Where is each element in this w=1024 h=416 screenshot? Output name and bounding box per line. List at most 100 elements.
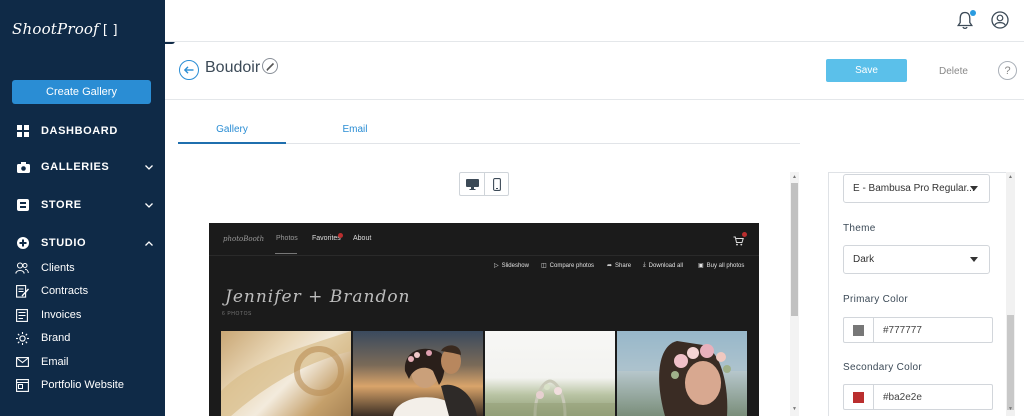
sidebar-item-contracts[interactable]: Contracts [0, 281, 165, 301]
primary-color-field[interactable]: #777777 [843, 317, 993, 343]
sidebar-item-label: Invoices [41, 309, 82, 321]
sidebar-item-clients[interactable]: Clients [0, 258, 165, 278]
font-select[interactable]: E - Bambusa Pro Regular... [843, 174, 990, 203]
nav-galleries-label: GALLERIES [41, 161, 110, 173]
primary-color-swatch-button[interactable] [844, 318, 874, 342]
device-toggle [459, 172, 509, 196]
gallery-title: Jennifer + Brandon [225, 287, 411, 307]
favorites-badge [338, 233, 343, 238]
gallery-photo[interactable] [221, 331, 351, 416]
action-label: Buy all photos [706, 262, 745, 269]
font-select-value: E - Bambusa Pro Regular... [853, 183, 975, 194]
preview-action-compare[interactable]: ◫ Compare photos [541, 262, 595, 270]
chevron-down-icon [145, 200, 153, 210]
secondary-color-field[interactable]: #ba2e2e [843, 384, 993, 410]
preview-action-slideshow[interactable]: ▷ Slideshow [494, 262, 529, 270]
sidebar-item-invoices[interactable]: Invoices [0, 305, 165, 325]
nav-studio-label: STUDIO [41, 237, 87, 249]
theme-select[interactable]: Dark [843, 245, 990, 274]
preview-action-buy[interactable]: ▣ Buy all photos [698, 262, 745, 270]
website-icon [15, 378, 29, 392]
settings-panel: E - Bambusa Pro Regular... Theme Dark Pr… [828, 172, 1014, 416]
photo-count: 6 PHOTOS [222, 311, 252, 317]
sidebar-item-label: Clients [41, 262, 75, 274]
preview-action-share[interactable]: ➦ Share [607, 262, 631, 270]
envelope-icon [15, 355, 29, 369]
nav-store-label: STORE [41, 199, 82, 211]
preview-scrollbar-thumb[interactable] [791, 183, 798, 316]
preview-nav-underline [275, 253, 297, 254]
sidebar-item-label: Brand [41, 332, 71, 344]
sun-icon [15, 331, 29, 345]
sidebar-item-email[interactable]: Email [0, 352, 165, 372]
tab-gallery[interactable]: Gallery [178, 124, 286, 144]
gallery-photo[interactable] [617, 331, 747, 416]
gallery-photo[interactable] [485, 331, 615, 416]
app-logo[interactable]: ShootProof[ ] [12, 20, 118, 38]
delete-button[interactable]: Delete [939, 66, 968, 77]
preview-nav-photos[interactable]: Photos [276, 235, 298, 242]
nav-dashboard-label: DASHBOARD [41, 125, 118, 137]
back-button[interactable] [179, 60, 199, 80]
create-gallery-button[interactable]: Create Gallery [12, 80, 151, 104]
page-header: Boudoir Save Delete ? [165, 42, 1024, 100]
scroll-up-icon[interactable]: ▲ [1006, 174, 1015, 180]
scroll-up-icon[interactable]: ▲ [790, 174, 799, 180]
clients-icon [15, 261, 29, 275]
primary-color-swatch [853, 324, 864, 336]
scroll-down-icon[interactable]: ▼ [790, 406, 799, 412]
sidebar-item-brand[interactable]: Brand [0, 328, 165, 348]
cart-badge [742, 232, 747, 237]
action-label: Compare photos [549, 262, 595, 269]
theme-select-value: Dark [853, 254, 875, 265]
logo-mark: [ ] [102, 23, 118, 38]
preview-brand: photoBooth [223, 235, 265, 243]
invoice-icon [15, 308, 29, 322]
chevron-down-icon [145, 162, 153, 172]
logo-text: ShootProof [12, 20, 99, 38]
caret-down-icon [970, 257, 978, 262]
caret-down-icon [970, 186, 978, 191]
studio-icon [16, 236, 30, 250]
mobile-view-button[interactable] [484, 173, 508, 195]
action-label: Slideshow [501, 262, 529, 269]
nav-studio[interactable]: STUDIO [0, 231, 165, 255]
nav-dashboard[interactable]: DASHBOARD [0, 119, 165, 143]
nav-store[interactable]: STORE [0, 193, 165, 217]
compare-icon: ◫ [541, 263, 547, 269]
dashboard-icon [16, 124, 30, 138]
bag-icon: ▣ [698, 263, 704, 269]
save-button[interactable]: Save [826, 59, 907, 82]
play-icon: ▷ [494, 263, 499, 269]
sidebar-item-label: Contracts [41, 285, 89, 297]
desktop-view-button[interactable] [460, 173, 484, 195]
help-button[interactable]: ? [998, 61, 1017, 80]
tab-email[interactable]: Email [301, 124, 409, 135]
preview-nav-favorites[interactable]: Favorites [312, 235, 341, 242]
store-icon [16, 198, 30, 212]
preview-action-download[interactable]: ⤓ Download all [643, 262, 683, 269]
sidebar-item-label: Portfolio Website [41, 379, 124, 391]
back-arrow-icon [184, 66, 194, 74]
action-label: Download all [648, 262, 684, 269]
secondary-color-swatch-button[interactable] [844, 385, 874, 409]
pencil-icon[interactable] [262, 58, 278, 74]
sidebar: ShootProof[ ] Create Gallery DASHBOARD G… [0, 0, 165, 416]
secondary-color-input[interactable]: #ba2e2e [874, 385, 922, 409]
theme-label: Theme [843, 223, 876, 234]
primary-color-input[interactable]: #777777 [874, 318, 922, 342]
notification-badge [970, 10, 976, 16]
gallery-photo[interactable] [353, 331, 483, 416]
tab-bar: Gallery Email [178, 118, 800, 144]
scroll-down-icon[interactable]: ▼ [1006, 406, 1015, 412]
mobile-icon [492, 177, 501, 191]
nav-galleries[interactable]: GALLERIES [0, 155, 165, 179]
panel-scrollbar-thumb[interactable] [1007, 315, 1014, 410]
primary-color-label: Primary Color [843, 294, 909, 305]
gallery-preview: photoBooth Photos Favorites About ▷ Slide… [209, 223, 759, 416]
download-icon: ⤓ [643, 262, 646, 268]
page-title: Boudoir [205, 59, 261, 76]
user-icon[interactable] [991, 11, 1009, 34]
preview-nav-about[interactable]: About [353, 235, 371, 242]
sidebar-item-portfolio-website[interactable]: Portfolio Website [0, 375, 165, 395]
